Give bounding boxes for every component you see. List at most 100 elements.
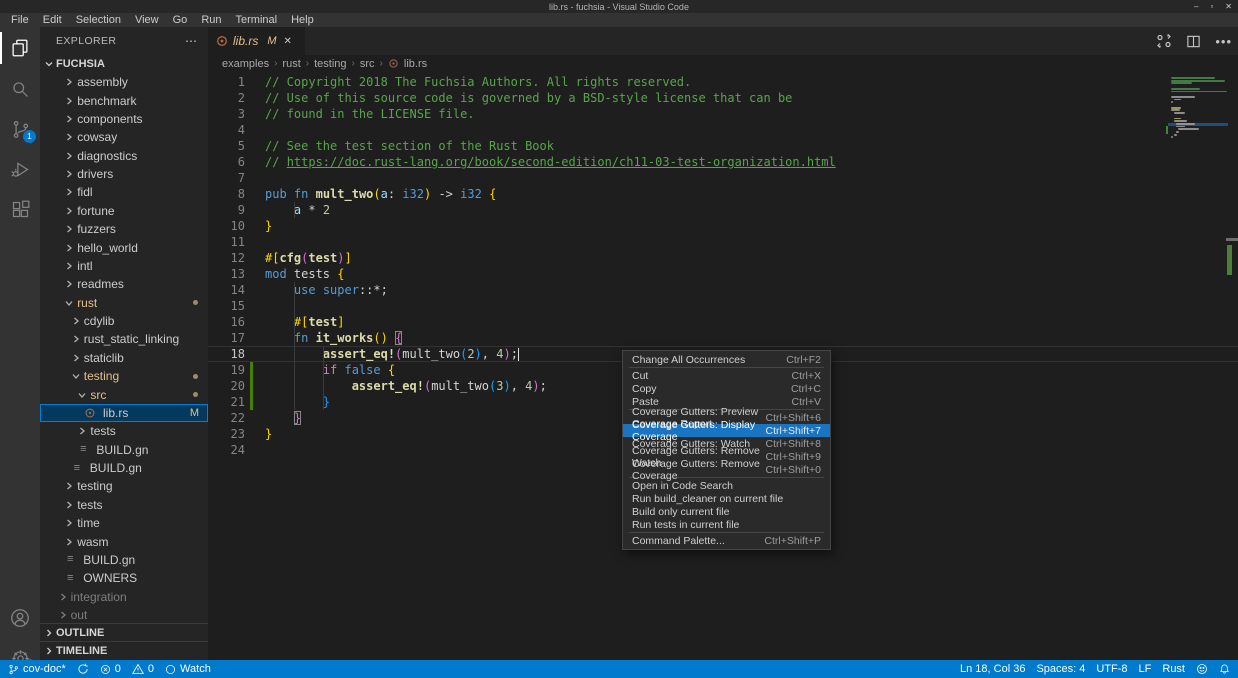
breadcrumb-item-examples[interactable]: examples (222, 58, 269, 70)
tree-item-build-gn[interactable]: ≡BUILD.gn (40, 441, 208, 459)
menu-file[interactable]: File (4, 14, 36, 26)
breadcrumb-item-src[interactable]: src (360, 58, 375, 70)
overview-ruler[interactable] (1226, 72, 1238, 660)
tree-item-label: rust_static_linking (84, 332, 179, 346)
menu-item-run-build-cleaner-on-current-file[interactable]: Run build_cleaner on current file (623, 492, 830, 505)
tree-item-label: readmes (77, 277, 124, 291)
activity-extensions-icon[interactable] (0, 191, 40, 227)
minimap[interactable] (1168, 74, 1228, 214)
tree-item-rust-static-linking[interactable]: rust_static_linking (40, 330, 208, 348)
workspace-section-header[interactable]: FUCHSIA (40, 55, 208, 73)
tree-item-cdylib[interactable]: cdylib (40, 312, 208, 330)
maximize-icon[interactable]: ▫ (1210, 2, 1213, 11)
status-ln-18-col-36[interactable]: Ln 18, Col 36 (960, 663, 1025, 675)
tree-item-diagnostics[interactable]: diagnostics (40, 147, 208, 165)
menu-item-cut[interactable]: CutCtrl+X (623, 369, 830, 382)
tree-item-out[interactable]: out (40, 606, 208, 624)
timeline-panel-header[interactable]: TIMELINE (40, 641, 208, 660)
window-title: lib.rs - fuchsia - Visual Studio Code (549, 2, 689, 12)
tab-close-icon[interactable]: ✕ (284, 36, 292, 47)
status-sync[interactable] (77, 663, 89, 675)
explorer-more-icon[interactable]: ⋯ (185, 34, 198, 48)
menu-view[interactable]: View (128, 14, 166, 26)
chevron-right-icon (71, 354, 81, 362)
tree-item-testing[interactable]: testing (40, 367, 208, 385)
status-lf[interactable]: LF (1139, 663, 1152, 675)
activity-search-icon[interactable] (0, 71, 40, 107)
menu-item-command-palette-[interactable]: Command Palette...Ctrl+Shift+P (623, 534, 830, 547)
breadcrumb-item-testing[interactable]: testing (314, 58, 346, 70)
menu-go[interactable]: Go (166, 14, 195, 26)
menu-item-change-all-occurrences[interactable]: Change All OccurrencesCtrl+F2 (623, 353, 830, 366)
chevron-down-icon (71, 372, 81, 380)
status-label: cov-doc* (23, 663, 66, 675)
menu-item-open-in-code-search[interactable]: Open in Code Search (623, 479, 830, 492)
tree-item-time[interactable]: time (40, 514, 208, 532)
tree-item-fortune[interactable]: fortune (40, 202, 208, 220)
tree-item-fidl[interactable]: fidl (40, 183, 208, 201)
status-bell[interactable] (1219, 663, 1230, 675)
tree-item-intl[interactable]: intl (40, 257, 208, 275)
tree-item-fuzzers[interactable]: fuzzers (40, 220, 208, 238)
status-rust[interactable]: Rust (1162, 663, 1185, 675)
status-utf-8[interactable]: UTF-8 (1096, 663, 1127, 675)
status-circle-Watch[interactable]: Watch (165, 663, 211, 675)
menu-selection[interactable]: Selection (69, 14, 128, 26)
activity-source-control-icon[interactable]: 1 (0, 111, 40, 147)
tree-item-tests[interactable]: tests (40, 496, 208, 514)
menu-edit[interactable]: Edit (36, 14, 69, 26)
code-text: pub fn mult_two(a: i32) -> i32 { (265, 187, 496, 201)
status-branch-cov-doc*[interactable]: cov-doc* (8, 663, 66, 675)
open-changes-icon[interactable] (1156, 33, 1172, 49)
menu-item-shortcut: Ctrl+Shift+8 (766, 438, 821, 450)
menu-item-coverage-gutters-remove-coverage[interactable]: Coverage Gutters: Remove CoverageCtrl+Sh… (623, 463, 830, 476)
tree-item-owners[interactable]: ≡OWNERS (40, 569, 208, 587)
minimap-line (1171, 96, 1195, 98)
status-spaces-4[interactable]: Spaces: 4 (1036, 663, 1085, 675)
tree-item-integration[interactable]: integration (40, 588, 208, 606)
more-actions-icon[interactable]: ••• (1215, 34, 1232, 49)
line-number: 2 (208, 91, 245, 105)
activity-account-icon[interactable] (0, 600, 40, 636)
chevron-right-icon (64, 152, 74, 160)
tree-item-assembly[interactable]: assembly (40, 73, 208, 91)
code-text: // Use of this source code is governed b… (265, 91, 792, 105)
code-text: assert_eq!(mult_two(2), 4); (265, 347, 519, 361)
tree-item-hello-world[interactable]: hello_world (40, 238, 208, 256)
menu-item-coverage-gutters-display-coverage[interactable]: Coverage Gutters: Display CoverageCtrl+S… (623, 424, 830, 437)
tree-item-wasm[interactable]: wasm (40, 532, 208, 550)
breadcrumb-item-lib-rs[interactable]: lib.rs (404, 58, 427, 70)
tab-lib-rs[interactable]: lib.rs M ✕ (208, 27, 305, 55)
tree-item-rust[interactable]: rust (40, 294, 208, 312)
outline-panel-header[interactable]: OUTLINE (40, 623, 208, 641)
close-icon[interactable]: ✕ (1225, 2, 1232, 11)
tree-item-tests[interactable]: tests (40, 422, 208, 440)
activity-explorer-icon[interactable] (0, 30, 40, 66)
menu-item-build-only-current-file[interactable]: Build only current file (623, 505, 830, 518)
menu-item-copy[interactable]: CopyCtrl+C (623, 382, 830, 395)
breadcrumb-item-rust[interactable]: rust (282, 58, 300, 70)
tree-item-build-gn[interactable]: ≡BUILD.gn (40, 551, 208, 569)
minimize-icon[interactable]: – (1194, 2, 1198, 11)
tree-item-readmes[interactable]: readmes (40, 275, 208, 293)
code-text: #[cfg(test)] (265, 251, 352, 265)
status-feedback[interactable] (1196, 663, 1208, 675)
menu-run[interactable]: Run (194, 14, 228, 26)
tree-item-staticlib[interactable]: staticlib (40, 349, 208, 367)
status-error-0[interactable]: 0 (100, 663, 121, 675)
menu-item-label: Open in Code Search (632, 480, 733, 492)
tree-item-cowsay[interactable]: cowsay (40, 128, 208, 146)
tree-item-lib-rs[interactable]: lib.rsM (40, 404, 208, 422)
menu-item-run-tests-in-current-file[interactable]: Run tests in current file (623, 518, 830, 531)
tree-item-testing[interactable]: testing (40, 477, 208, 495)
tree-item-benchmark[interactable]: benchmark (40, 91, 208, 109)
activity-run-debug-icon[interactable] (0, 151, 40, 187)
tree-item-build-gn[interactable]: ≡BUILD.gn (40, 459, 208, 477)
tree-item-components[interactable]: components (40, 110, 208, 128)
tree-item-src[interactable]: src (40, 385, 208, 403)
tree-item-drivers[interactable]: drivers (40, 165, 208, 183)
menu-terminal[interactable]: Terminal (229, 14, 285, 26)
menu-help[interactable]: Help (284, 14, 321, 26)
split-editor-icon[interactable] (1186, 34, 1201, 49)
status-warning-0[interactable]: 0 (132, 663, 154, 675)
